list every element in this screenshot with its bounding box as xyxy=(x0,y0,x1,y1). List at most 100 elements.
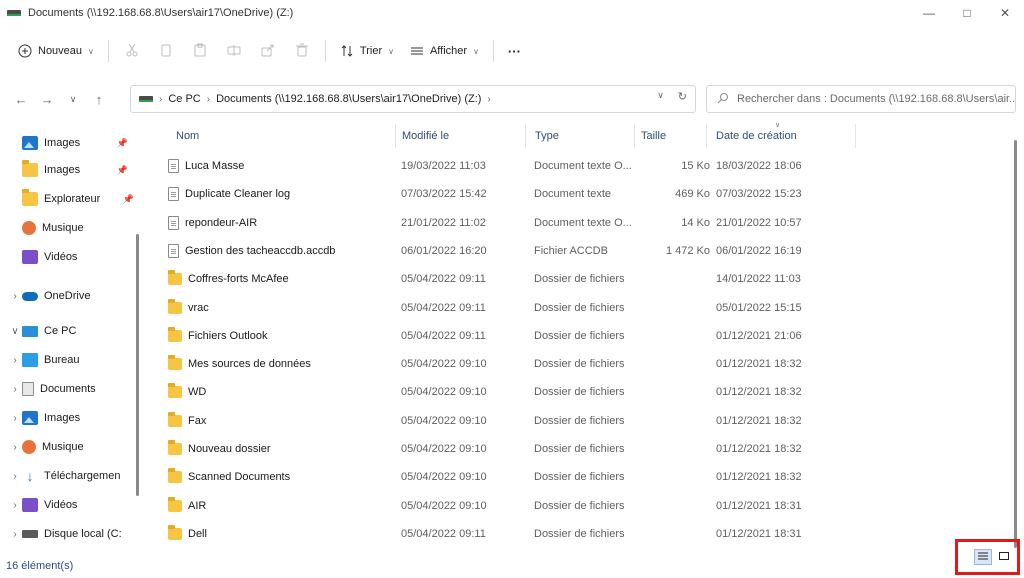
file-row[interactable]: WD 05/04/2022 09:10 Dossier de fichiers 01/… xyxy=(156,378,856,406)
chevron-right-icon[interactable]: › xyxy=(8,500,22,511)
folder-icon xyxy=(22,160,38,177)
recent-locations-button[interactable]: ∨ xyxy=(60,86,86,112)
close-button[interactable]: ✕ xyxy=(986,0,1024,26)
chevron-right-icon[interactable]: › xyxy=(8,529,22,540)
sidebar-item-onedrive[interactable]: › OneDrive xyxy=(0,283,148,309)
maximize-button[interactable]: □ xyxy=(948,0,986,26)
file-row[interactable]: Gestion des tacheaccdb.accdb 06/01/2022 1… xyxy=(156,237,856,265)
file-name-cell: Coffres-forts McAfee xyxy=(168,265,396,293)
file-modified-cell: 05/04/2022 09:11 xyxy=(401,301,486,314)
file-created-cell: 07/03/2022 15:23 xyxy=(716,188,802,201)
address-history-button[interactable]: ∨ xyxy=(657,90,664,103)
file-created-cell: 01/12/2021 18:31 xyxy=(716,527,802,540)
file-modified-cell: 19/03/2022 11:03 xyxy=(401,160,486,172)
share-button[interactable] xyxy=(251,36,285,66)
file-row[interactable]: Nouveau dossier 05/04/2022 09:10 Dossier d… xyxy=(156,435,856,463)
rename-button[interactable] xyxy=(217,36,251,66)
sidebar-item-this-pc[interactable]: ∨ Ce PC xyxy=(0,318,148,344)
file-name: Gestion des tacheaccdb.accdb xyxy=(185,244,336,257)
documents-icon xyxy=(22,382,34,396)
file-modified-cell: 07/03/2022 15:42 xyxy=(401,188,487,201)
column-header-modified[interactable]: Modifié le xyxy=(396,124,526,148)
copy-button[interactable] xyxy=(149,36,183,66)
sidebar-item-images-pinned[interactable]: Images 📌 xyxy=(0,130,148,156)
more-options-button[interactable]: ··· xyxy=(500,36,529,66)
toolbar-divider xyxy=(107,40,109,62)
file-name-cell: Nouveau dossier xyxy=(168,435,396,463)
chevron-right-icon[interactable]: › xyxy=(8,413,22,424)
column-header-name[interactable]: Nom xyxy=(170,124,396,148)
details-view-button[interactable] xyxy=(974,549,992,565)
file-row[interactable]: repondeur-AIR 21/01/2022 11:02 Document te… xyxy=(156,209,856,237)
chevron-right-icon[interactable]: › xyxy=(8,384,22,395)
view-button[interactable]: Afficher ∨ xyxy=(402,36,487,66)
file-size-cell xyxy=(642,294,710,322)
sidebar-scrollbar[interactable] xyxy=(136,234,139,496)
up-button[interactable]: ↑ xyxy=(86,86,112,112)
sidebar-item-desktop[interactable]: › Bureau xyxy=(0,347,148,373)
breadcrumb-this-pc[interactable]: Ce PC xyxy=(168,93,200,105)
refresh-button[interactable]: ↻ xyxy=(678,90,687,103)
folder-icon xyxy=(168,440,182,455)
file-row[interactable]: Luca Masse 19/03/2022 11:03 Document texte… xyxy=(156,152,856,180)
sidebar-item-music[interactable]: › Musique xyxy=(0,434,148,460)
forward-button[interactable]: → xyxy=(34,86,60,112)
folder-icon xyxy=(168,326,182,342)
cut-button[interactable] xyxy=(115,36,149,66)
chevron-right-icon[interactable]: › xyxy=(8,291,22,302)
sidebar-item-label: Bureau xyxy=(44,354,80,366)
file-row[interactable]: Coffres-forts McAfee 05/04/2022 09:11 Doss… xyxy=(156,265,856,293)
minimize-button[interactable]: — xyxy=(910,0,948,26)
sidebar-item-local-disk[interactable]: › Disque local (C: xyxy=(0,521,148,547)
chevron-right-icon[interactable]: › xyxy=(8,355,22,366)
chevron-right-icon[interactable]: › xyxy=(8,471,22,482)
sidebar-item-images-folder[interactable]: Images 📌 xyxy=(0,157,148,183)
file-row[interactable]: Mes sources de données 05/04/2022 09:10 Do… xyxy=(156,350,856,378)
sidebar-item-videos-quick[interactable]: Vidéos xyxy=(0,244,148,270)
column-header-type[interactable]: Type xyxy=(529,124,635,148)
sidebar-item-downloads[interactable]: › ↓ Téléchargemen xyxy=(0,463,148,489)
file-row[interactable]: Dell 05/04/2022 09:11 Dossier de fichiers 0… xyxy=(156,520,856,548)
column-header-created[interactable]: Date de création xyxy=(710,124,856,148)
search-placeholder: Rechercher dans : Documents (\\192.168.6… xyxy=(737,93,1016,105)
file-list-scrollbar[interactable] xyxy=(1014,140,1017,548)
file-row[interactable]: Fichiers Outlook 05/04/2022 09:11 Dossier … xyxy=(156,322,856,350)
file-size-cell xyxy=(642,463,710,491)
file-modified-cell: 05/04/2022 09:11 xyxy=(401,527,486,540)
sort-button[interactable]: Trier ∨ xyxy=(332,36,402,66)
sidebar-item-label: Téléchargemen xyxy=(44,470,121,482)
file-row[interactable]: Scanned Documents 05/04/2022 09:10 Dossier… xyxy=(156,463,856,491)
file-modified-cell: 05/04/2022 09:10 xyxy=(401,471,487,484)
sidebar-item-music-quick[interactable]: Musique xyxy=(0,215,148,241)
file-row[interactable]: AIR 05/04/2022 09:10 Dossier de fichiers 01… xyxy=(156,492,856,520)
sidebar-item-explorateur[interactable]: Explorateur 📌 xyxy=(0,186,148,212)
large-icons-view-icon xyxy=(998,551,1010,564)
address-bar[interactable]: › Ce PC › Documents (\\192.168.68.8\User… xyxy=(130,85,696,113)
column-header-size[interactable]: Taille xyxy=(635,124,707,148)
new-button[interactable]: Nouveau ∨ xyxy=(10,36,102,66)
file-name-cell: vrac xyxy=(168,294,396,322)
delete-button[interactable] xyxy=(285,36,319,66)
paste-button[interactable] xyxy=(183,36,217,66)
breadcrumb-documents[interactable]: Documents (\\192.168.68.8\Users\air17\On… xyxy=(216,93,481,105)
file-type-cell: Dossier de fichiers xyxy=(534,273,625,286)
file-created-cell: 01/12/2021 18:32 xyxy=(716,471,802,484)
pin-icon: 📌 xyxy=(122,193,134,204)
file-name: Luca Masse xyxy=(185,160,245,172)
large-icons-view-button[interactable] xyxy=(995,549,1013,565)
chevron-down-icon[interactable]: ∨ xyxy=(8,326,22,337)
file-row[interactable]: Duplicate Cleaner log 07/03/2022 15:42 Doc… xyxy=(156,180,856,208)
file-type-cell: Dossier de fichiers xyxy=(534,301,625,314)
sidebar-item-videos[interactable]: › Vidéos xyxy=(0,492,148,518)
chevron-right-icon[interactable]: › xyxy=(8,442,22,453)
file-row[interactable]: vrac 05/04/2022 09:11 Dossier de fichiers 0… xyxy=(156,294,856,322)
search-input[interactable]: Rechercher dans : Documents (\\192.168.6… xyxy=(706,85,1016,113)
sidebar-item-label: Musique xyxy=(42,441,84,453)
file-name-cell: Dell xyxy=(168,520,396,548)
file-row[interactable]: Fax 05/04/2022 09:10 Dossier de fichiers 01… xyxy=(156,407,856,435)
sidebar-item-documents[interactable]: › Documents xyxy=(0,376,148,402)
sort-icon xyxy=(340,44,354,58)
back-button[interactable]: ← xyxy=(8,86,34,112)
sidebar-item-images[interactable]: › Images xyxy=(0,405,148,431)
file-created-cell: 18/03/2022 18:06 xyxy=(716,160,802,172)
